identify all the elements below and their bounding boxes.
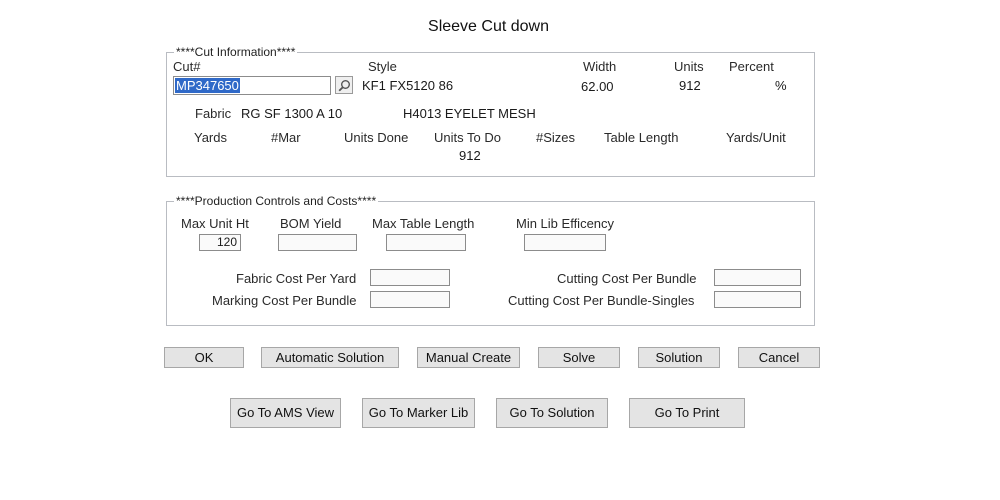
fabric-code: RG SF 1300 A 10 [241,106,343,121]
max-unit-ht-label: Max Unit Ht [181,216,249,231]
percent-value: % [775,78,787,93]
yards-per-unit-header: Yards/Unit [726,130,786,145]
sizes-header: #Sizes [536,130,576,145]
max-unit-ht-field[interactable]: 120 [199,234,241,251]
units-done-header: Units Done [344,130,409,145]
max-table-length-label: Max Table Length [372,216,475,231]
cut-number-input[interactable]: MP347650 [173,76,331,95]
bom-yield-label: BOM Yield [280,216,342,231]
width-label: Width [583,59,617,74]
bom-yield-field[interactable] [278,234,357,251]
units-to-do-header: Units To Do [434,130,501,145]
ok-button[interactable]: OK [164,347,244,368]
min-lib-efficiency-label: Min Lib Efficency [516,216,615,231]
min-lib-efficiency-field[interactable] [524,234,606,251]
cut-number-value: MP347650 [175,78,240,93]
width-value: 62.00 [581,79,614,94]
max-table-length-field[interactable] [386,234,466,251]
yards-header: Yards [194,130,227,145]
cutting-cost-field[interactable] [714,269,801,286]
go-to-solution-button[interactable]: Go To Solution [496,398,608,428]
window-title: Sleeve Cut down [428,18,549,35]
cancel-button[interactable]: Cancel [738,347,820,368]
percent-label: Percent [729,59,774,74]
marking-cost-field[interactable] [370,291,450,308]
cutting-cost-label: Cutting Cost Per Bundle [557,271,697,286]
units-to-do-value: 912 [459,148,481,163]
style-value: KF1 FX5120 86 [362,78,454,93]
production-controls-legend: ****Production Controls and Costs**** [174,194,379,208]
magnifier-icon [338,80,350,92]
cutting-cost-singles-label: Cutting Cost Per Bundle-Singles [508,293,695,308]
units-value: 912 [679,78,701,93]
manual-create-button[interactable]: Manual Create [417,347,520,368]
fabric-description: H4013 EYELET MESH [403,106,536,121]
fabric-cost-field[interactable] [370,269,450,286]
go-to-ams-view-button[interactable]: Go To AMS View [230,398,341,428]
cut-lookup-button[interactable] [335,76,353,94]
markers-header: #Mar [271,130,301,145]
go-to-print-button[interactable]: Go To Print [629,398,745,428]
cut-label: Cut# [173,59,201,74]
solution-button[interactable]: Solution [638,347,720,368]
cut-information-legend: ****Cut Information**** [174,45,298,59]
fabric-label: Fabric [195,106,232,121]
style-label: Style [368,59,397,74]
go-to-marker-lib-button[interactable]: Go To Marker Lib [362,398,475,428]
solve-button[interactable]: Solve [538,347,620,368]
automatic-solution-button[interactable]: Automatic Solution [261,347,399,368]
cutting-cost-singles-field[interactable] [714,291,801,308]
table-length-header: Table Length [604,130,679,145]
fabric-cost-label: Fabric Cost Per Yard [236,271,357,286]
marking-cost-label: Marking Cost Per Bundle [212,293,357,308]
units-label: Units [674,59,704,74]
